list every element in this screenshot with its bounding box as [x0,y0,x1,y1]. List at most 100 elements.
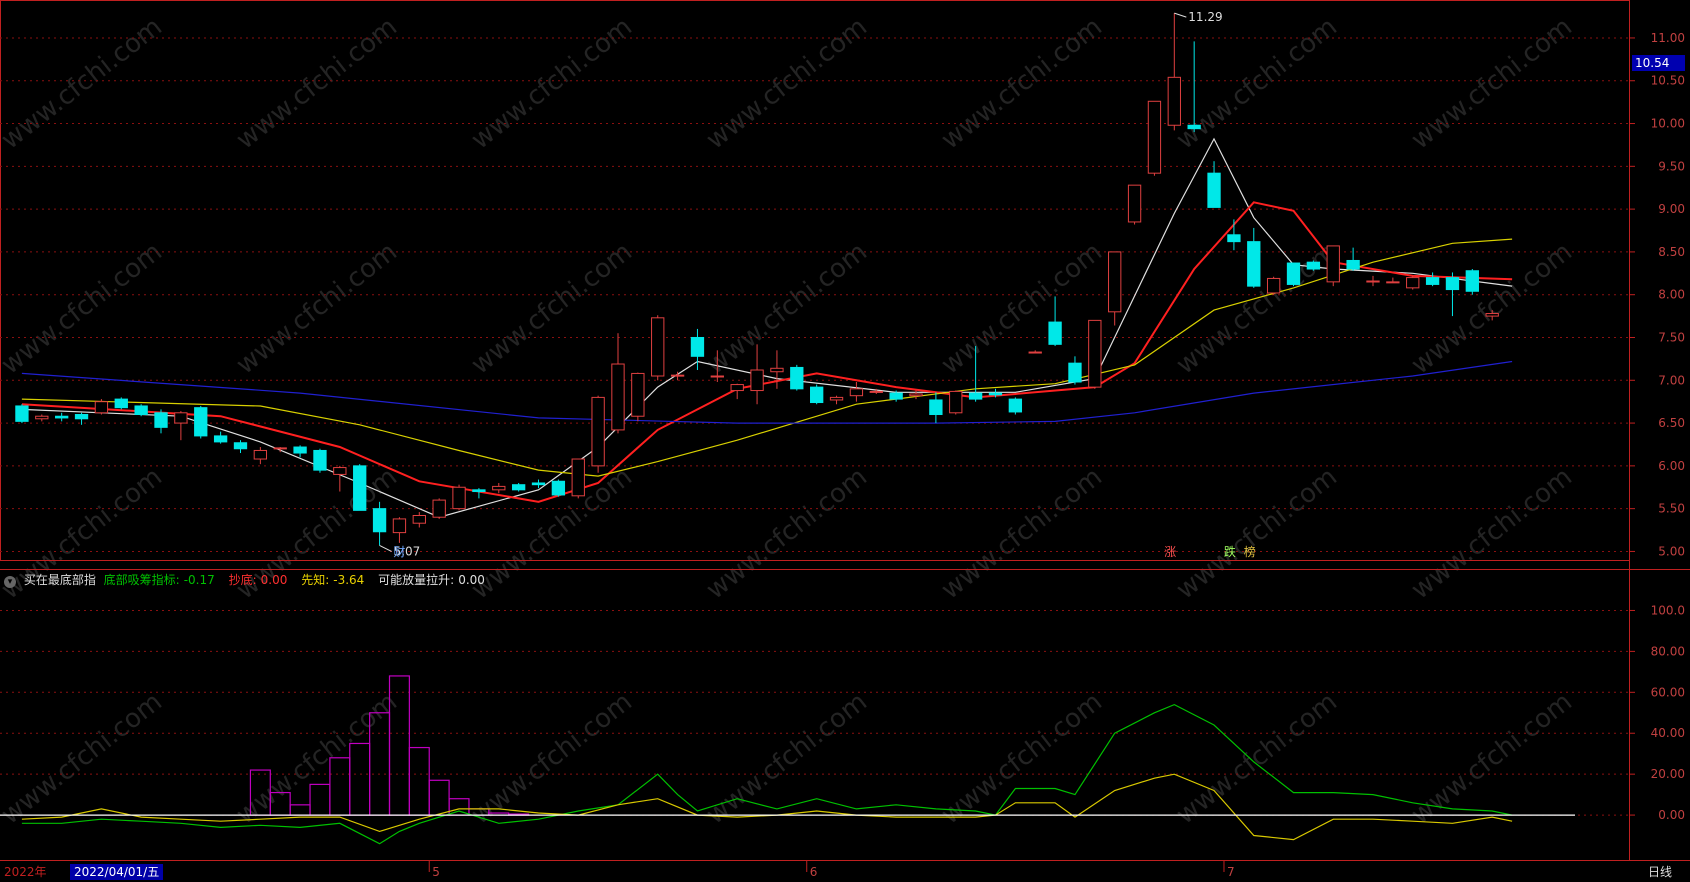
watermark-text: www.cfchi.com [0,687,168,831]
high-pointer [1174,12,1187,18]
candle-body [1068,362,1082,383]
watermark-text: www.cfchi.com [936,12,1108,156]
event-marker: 涨 [1164,544,1176,559]
candle-body [631,372,645,417]
candle-body [1187,124,1201,130]
candle-body [1008,398,1023,413]
candle-body [353,465,367,511]
stock-chart[interactable]: www.cfchi.com www.cfchi.com www.cfchi.com w… [0,0,1690,882]
candle [154,409,168,434]
candle [213,431,228,444]
candle-body [1167,76,1181,126]
watermark-text: www.cfchi.com [936,687,1108,831]
candle-body [511,484,526,491]
candle-body [750,369,764,392]
price-tick-label: 5.50 [1658,502,1685,516]
indicator-header: ▾ 买在最底部指 底部吸筹指标: -0.17 抄底: 0.00 先知: -3.64 可… [0,570,1630,590]
watermark-text: www.cfchi.com [701,687,873,831]
candle [1167,13,1181,131]
indicator-item-3-label: 可能放量拉升: [378,573,455,587]
candle-body [333,467,347,475]
candle-body [432,499,446,518]
watermark-text: www.cfchi.com [231,12,403,156]
candle-body [94,401,109,414]
candle [1008,397,1023,415]
candle-body [1266,277,1281,294]
candle-body [452,486,466,510]
price-tick-label: 10.50 [1651,74,1685,88]
ind-tick-label: 0.00 [1658,808,1685,822]
watermark-text: www.cfchi.com [231,237,403,381]
cursor-date: 2022/04/01/五 [70,864,164,880]
timeframe-button[interactable]: 日线 [1630,862,1690,882]
candle [770,350,784,389]
candle-body [233,442,248,450]
candle-body [472,489,486,493]
candle-body [35,415,49,420]
candle-body [1048,321,1062,345]
candle-body [1386,281,1400,284]
candle [1306,260,1321,271]
candle [333,465,347,492]
price-tick-label: 10.00 [1651,117,1685,131]
year-label: 2022年 [4,865,47,879]
candle-body [710,375,724,378]
candle-body [730,384,744,392]
price-tick-label: 9.00 [1658,202,1685,216]
candle-body [213,435,228,443]
candle-body [1366,280,1380,283]
candle-body [1227,234,1241,243]
candle-body [55,415,69,419]
candle-body [154,412,168,428]
indicator-axis: 0.00 20.00 40.00 60.00 80.00 100.0 [1630,603,1685,822]
candle [611,333,625,434]
candle-body [869,390,883,393]
watermark-text: www.cfchi.com [0,12,168,156]
watermark-text: www.cfchi.com [1406,237,1578,381]
candle [1326,245,1340,287]
month-label: 5 [432,865,440,879]
candle [353,464,367,511]
candle [829,395,844,405]
candle-body [1028,351,1042,354]
candle [432,498,446,519]
candle-body [74,414,89,420]
ind-tick-label: 100.0 [1651,603,1685,617]
watermark-text: www.cfchi.com [1171,687,1343,831]
indicator-item-0-label: 底部吸筹指标: [103,573,180,587]
candle-body [591,396,605,467]
candle-body [968,392,983,400]
indicator-name[interactable]: 买在最底部指 [24,573,96,587]
candle [233,440,248,454]
indicator-item-2-label: 先知: [301,573,330,587]
candle [790,364,804,391]
candle-body [392,518,407,534]
candle-body [611,363,625,431]
candle-body [1425,277,1440,285]
high-label: 11.29 [1188,10,1222,24]
candle-body [1127,184,1142,223]
ind-tick-label: 80.00 [1651,644,1685,658]
candle-body [134,405,148,416]
candle [1406,275,1420,290]
low-pointer [379,545,392,552]
candle-body [114,398,128,409]
collapse-icon[interactable]: ▾ [4,576,16,588]
candle-body [1108,251,1122,313]
candle [134,404,148,417]
price-tick-label: 8.00 [1658,288,1685,302]
month-label: 6 [810,865,818,879]
candle-body [1088,319,1102,388]
candle [551,479,566,497]
candle-body [829,396,844,401]
ind-bar [329,757,351,816]
candle-body [253,449,268,460]
ind-tick-label: 20.00 [1651,767,1685,781]
price-tick-label: 8.50 [1658,245,1685,259]
candle [1286,262,1301,287]
price-tick-label: 6.00 [1658,459,1685,473]
watermark-text: www.cfchi.com [1406,12,1578,156]
candle-body [889,392,903,400]
candle [651,315,665,381]
candle [412,512,426,528]
